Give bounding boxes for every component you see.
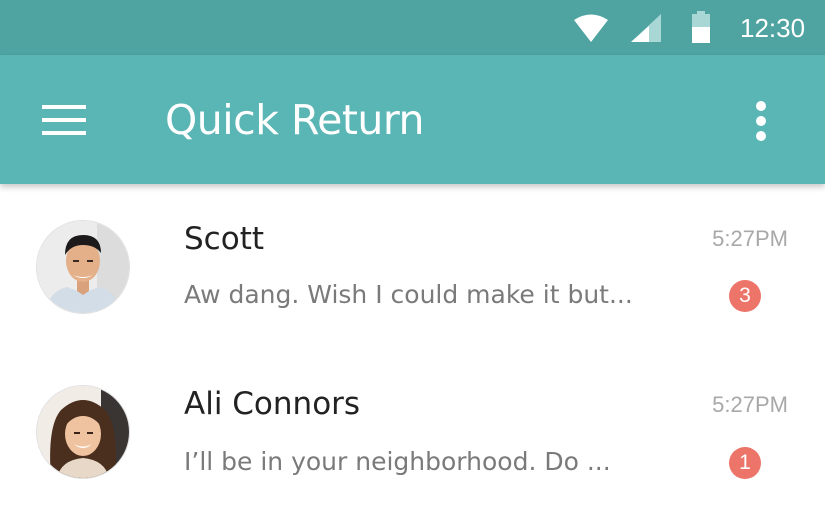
message-time: 5:27PM — [712, 392, 788, 417]
avatar-photo-icon — [37, 221, 129, 313]
unread-badge: 3 — [729, 280, 761, 312]
more-vert-icon — [756, 101, 766, 141]
avatar-photo-icon — [37, 386, 129, 478]
battery-icon — [692, 11, 710, 43]
menu-icon — [42, 105, 86, 135]
cell-signal-icon — [631, 14, 661, 42]
list-item[interactable]: Ali Connors 5:27PM I’ll be in your neigh… — [0, 350, 825, 516]
contact-name: Scott — [184, 221, 264, 257]
unread-badge: 1 — [729, 447, 761, 479]
status-bar: 12:30 — [0, 0, 825, 55]
menu-button[interactable] — [32, 92, 96, 148]
app-bar: Quick Return — [0, 55, 825, 184]
contact-name: Ali Connors — [184, 386, 361, 422]
app-title: Quick Return — [165, 96, 425, 144]
message-snippet: Aw dang. Wish I could make it but... — [184, 280, 633, 309]
avatar[interactable] — [37, 386, 129, 478]
overflow-menu-button[interactable] — [740, 93, 784, 149]
list-item[interactable]: Scott 5:27PM Aw dang. Wish I could make … — [0, 184, 825, 350]
message-time: 5:27PM — [712, 226, 788, 251]
wifi-icon — [574, 14, 608, 42]
message-snippet: I’ll be in your neighborhood. Do ... — [184, 447, 611, 476]
status-time: 12:30 — [740, 13, 806, 43]
avatar[interactable] — [37, 221, 129, 313]
conversation-list: Scott 5:27PM Aw dang. Wish I could make … — [0, 184, 825, 516]
